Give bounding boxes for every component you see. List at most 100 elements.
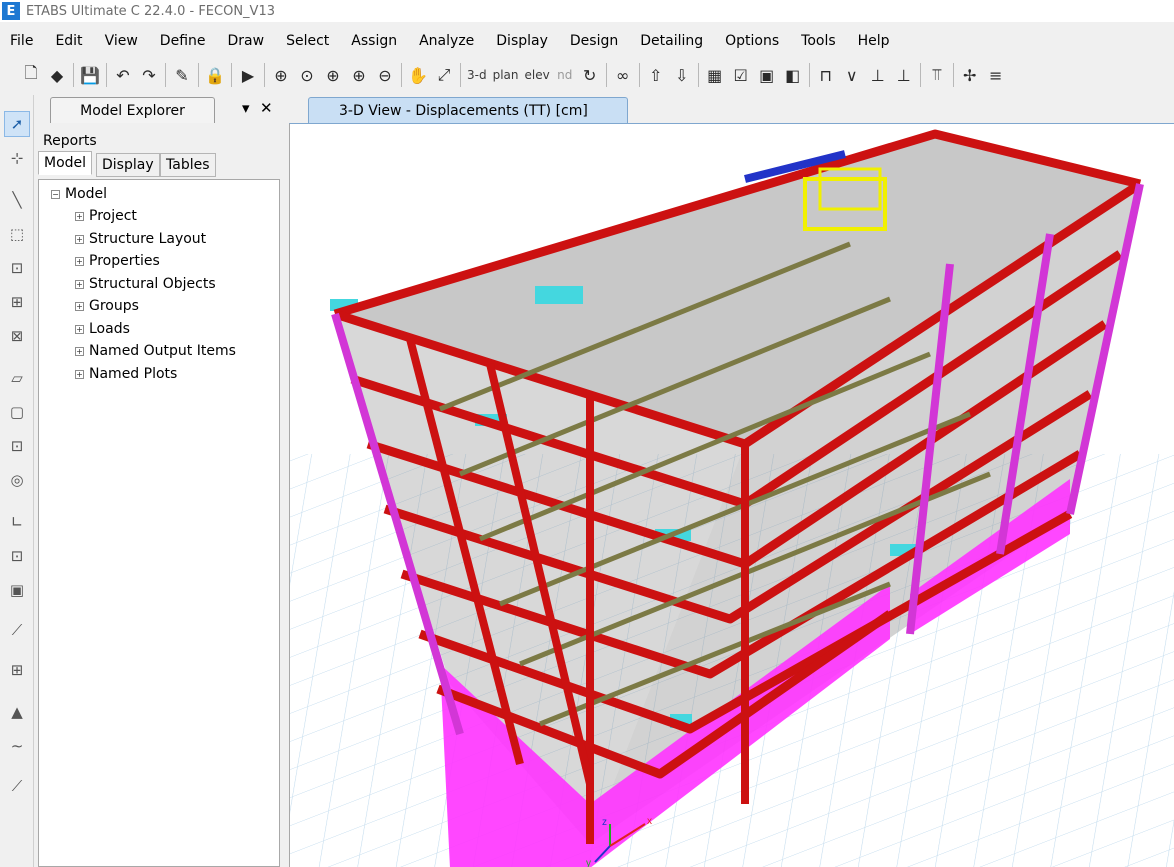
draw-wall-opening-icon[interactable]: ⊡ [4, 543, 30, 569]
expand-icon[interactable]: + [75, 211, 84, 221]
open-model-icon[interactable]: ◆ [44, 61, 70, 89]
zoom-window-icon[interactable]: ⊕ [268, 61, 294, 89]
draw-link-icon[interactable]: ⟋ [4, 617, 30, 643]
zoom-in-icon[interactable]: ⊕ [346, 61, 372, 89]
explorer-close-icon[interactable]: ✕ [260, 99, 273, 117]
draw-stair-icon[interactable]: ▲ [4, 699, 30, 725]
tree-node-named-plots[interactable]: + Named Plots [75, 366, 177, 382]
pan-icon[interactable]: ✋ [405, 61, 431, 89]
zoom-restore-icon[interactable]: ⊙ [294, 61, 320, 89]
undo-icon[interactable]: ↶ [110, 61, 136, 89]
expand-icon[interactable]: + [75, 234, 84, 244]
zoom-out-icon[interactable]: ⊖ [372, 61, 398, 89]
run-analysis-icon[interactable]: ▶ [235, 61, 261, 89]
tree-node-loads[interactable]: + Loads [75, 321, 130, 337]
expand-icon[interactable]: + [75, 369, 84, 379]
tree-node-properties[interactable]: + Properties [75, 253, 160, 269]
menu-edit[interactable]: Edit [44, 33, 93, 49]
section-cut-icon[interactable]: ≡ [983, 61, 1009, 89]
tree-node-model[interactable]: − Model [51, 186, 107, 202]
draw-opening-icon[interactable]: ⊡ [4, 433, 30, 459]
view-nd-button[interactable]: nd [553, 61, 577, 89]
tab-tables[interactable]: Tables [160, 153, 216, 177]
expand-icon[interactable]: + [75, 346, 84, 356]
set-display-options-icon[interactable]: ▦ [702, 61, 728, 89]
perspective-icon[interactable]: ∞ [610, 61, 636, 89]
tree-node-project[interactable]: + Project [75, 208, 137, 224]
model-explorer-tab[interactable]: Model Explorer [50, 97, 215, 123]
draw-dimension-icon[interactable]: ⟋ [4, 773, 30, 799]
tab-reports[interactable]: Reports [38, 129, 102, 153]
tab-3d-view[interactable]: 3-D View - Displacements (TT) [cm] [308, 97, 628, 123]
toolbar-separator [401, 63, 402, 87]
expand-icon[interactable]: + [75, 324, 84, 334]
object-shrink-icon[interactable]: ◧ [780, 61, 806, 89]
menu-options[interactable]: Options [714, 33, 790, 49]
draw-line-icon[interactable]: ╲ [4, 187, 30, 213]
zoom-previous-icon[interactable]: ⊕ [320, 61, 346, 89]
tree-node-structure-layout[interactable]: + Structure Layout [75, 231, 206, 247]
move-up-icon[interactable]: ⇧ [643, 61, 669, 89]
save-icon[interactable]: 💾 [77, 61, 103, 89]
view-3d-button[interactable]: 3-d [464, 61, 490, 89]
menu-tools[interactable]: Tools [790, 33, 847, 49]
draw-floor-icon[interactable]: ▱ [4, 365, 30, 391]
move-down-icon[interactable]: ⇩ [669, 61, 695, 89]
etabs-app-icon[interactable]: E [2, 2, 20, 20]
lock-icon[interactable]: 🔒 [202, 61, 228, 89]
expand-icon[interactable]: + [75, 279, 84, 289]
pointer-select-icon[interactable]: ➚ [4, 111, 30, 137]
draw-cross-brace-icon[interactable]: ⊠ [4, 323, 30, 349]
frame-icon[interactable]: ⊓ [813, 61, 839, 89]
deformed-shape-icon[interactable]: ∨ [839, 61, 865, 89]
tree-node-groups[interactable]: + Groups [75, 298, 139, 314]
pencil-icon[interactable]: ✎ [169, 61, 195, 89]
menu-select[interactable]: Select [275, 33, 340, 49]
menu-file[interactable]: File [0, 33, 44, 49]
draw-wall-icon[interactable]: ∟ [4, 509, 30, 535]
menu-analyze[interactable]: Analyze [408, 33, 485, 49]
redo-icon[interactable]: ↷ [136, 61, 162, 89]
tab-display[interactable]: Display [96, 153, 160, 177]
reactions-icon[interactable]: ⊥ [891, 61, 917, 89]
menu-view[interactable]: View [94, 33, 149, 49]
draw-column-icon[interactable]: ⊡ [4, 255, 30, 281]
draw-brace-icon[interactable]: ⊞ [4, 289, 30, 315]
explorer-dropdown-icon[interactable]: ▾ [242, 99, 250, 117]
draw-circle-icon[interactable]: ◎ [4, 467, 30, 493]
view-elevation-button[interactable]: elev [522, 61, 553, 89]
menu-detailing[interactable]: Detailing [629, 33, 714, 49]
joint-icon[interactable]: ✢ [957, 61, 983, 89]
menu-draw[interactable]: Draw [217, 33, 276, 49]
check-model-icon[interactable]: ☑ [728, 61, 754, 89]
expand-icon[interactable]: + [75, 301, 84, 311]
view-plan-button[interactable]: plan [490, 61, 522, 89]
frame-forces-icon[interactable]: ⊥ [865, 61, 891, 89]
tree-node-named-output-items[interactable]: + Named Output Items [75, 343, 236, 359]
draw-grid-icon[interactable]: ⊞ [4, 657, 30, 683]
menu-design[interactable]: Design [559, 33, 629, 49]
draw-beam-region-icon[interactable]: ⬚ [4, 221, 30, 247]
rotate-view-icon[interactable]: ↻ [577, 61, 603, 89]
menu-help[interactable]: Help [847, 33, 901, 49]
tab-model[interactable]: Model [38, 151, 93, 175]
building-view-icon[interactable]: ▣ [754, 61, 780, 89]
menu-display[interactable]: Display [485, 33, 559, 49]
draw-joint-icon[interactable]: ⊹ [4, 145, 30, 171]
new-model-icon[interactable]: 🗋 [18, 61, 44, 89]
tree-node-label: Named Output Items [89, 343, 236, 359]
collapse-icon[interactable]: − [51, 189, 60, 199]
menu-define[interactable]: Define [149, 33, 217, 49]
tree-node-structural-objects[interactable]: + Structural Objects [75, 276, 216, 292]
draw-pier-icon[interactable]: ▣ [4, 577, 30, 603]
tree-node-label: Groups [89, 298, 139, 314]
model-3d-viewport[interactable]: z x y [289, 123, 1174, 867]
draw-rectangle-floor-icon[interactable]: ▢ [4, 399, 30, 425]
design-icon[interactable]: ⫪ [924, 61, 950, 89]
toolbar-separator [198, 63, 199, 87]
structural-model-drawing: z x y [290, 129, 1174, 867]
draw-tendon-icon[interactable]: ∼ [4, 733, 30, 759]
measure-icon[interactable]: ⤢ [431, 61, 457, 89]
expand-icon[interactable]: + [75, 256, 84, 266]
menu-assign[interactable]: Assign [340, 33, 408, 49]
